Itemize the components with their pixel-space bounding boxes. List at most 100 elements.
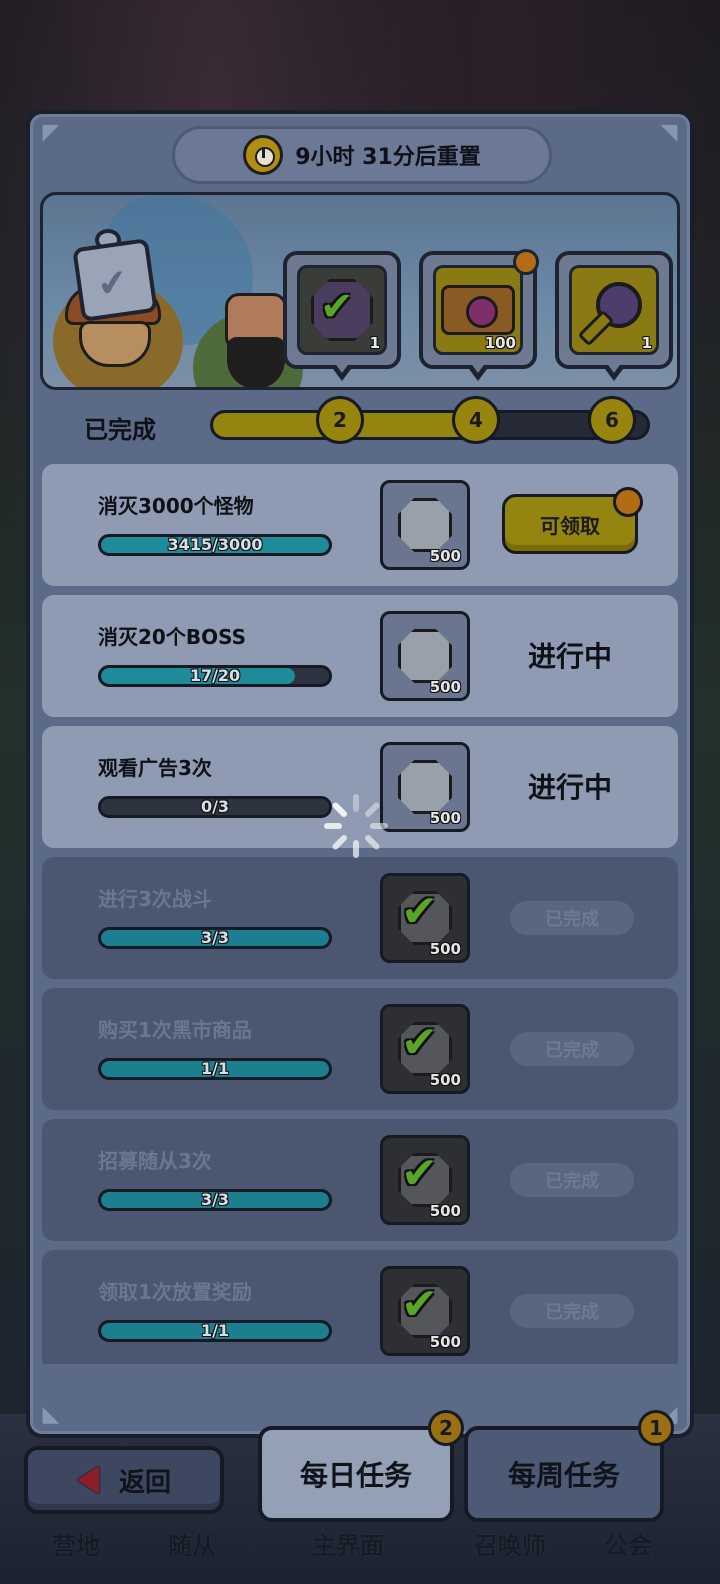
task-progress-text: 1/1 [200, 1321, 230, 1340]
task-progress-text: 17/20 [189, 666, 241, 685]
reward-amount: 500 [429, 547, 461, 565]
tab-weekly-label: 每周任务 [507, 1459, 620, 1492]
daily-task-panel: ◤ ◥ ◣ ◢ 9小时 31分后重置 ✔ 1 100 1 ✔ 已完成 2 4 6… [26, 110, 694, 1438]
milestone-marker: 2 [316, 396, 364, 444]
task-progress-bar: 3/3 [98, 1189, 332, 1211]
task-completed-badge: 已完成 [510, 901, 634, 935]
tab-weekly-tasks[interactable]: 每周任务 1 [464, 1410, 674, 1522]
task-title: 领取1次放置奖励 [98, 1280, 252, 1304]
reward-amount: 500 [429, 809, 461, 827]
reward-qty: 1 [369, 334, 380, 352]
task-list[interactable]: 消灭3000个怪物 3415/3000 500 可领取 消灭20个BOSS 17… [42, 464, 678, 1364]
task-progress-bar: 3/3 [98, 927, 332, 949]
notification-dot [613, 487, 643, 517]
task-title: 观看广告3次 [98, 756, 212, 780]
tab-daily-tasks[interactable]: 每日任务 2 [258, 1410, 464, 1522]
claim-button[interactable]: 可领取 [502, 487, 643, 554]
task-reward[interactable]: ✔ 500 [380, 1135, 470, 1225]
task-progress-text: 3415/3000 [167, 535, 263, 554]
calendar-check-icon [72, 238, 158, 322]
nav-main[interactable]: 主界面 [312, 1526, 384, 1561]
milestone-progress: 已完成 2 4 6 [40, 392, 680, 462]
milestone-marker: 6 [588, 396, 636, 444]
milestone-progress-bar [210, 410, 650, 440]
claimed-check-icon: ✔ [401, 1148, 438, 1199]
task-title: 消灭20个BOSS [98, 625, 246, 649]
reward-pointer [602, 362, 626, 381]
tab-daily-label: 每日任务 [299, 1459, 412, 1492]
task-reward[interactable]: 500 [380, 480, 470, 570]
spinner-spoke [370, 823, 388, 829]
reward-qty: 100 [484, 334, 516, 352]
task-title: 购买1次黑市商品 [98, 1018, 252, 1042]
milestone-reward-1[interactable]: ✔ 1 [283, 251, 401, 381]
task-progress-text: 1/1 [200, 1059, 230, 1078]
nav-summoner[interactable]: 召唤师 [474, 1526, 546, 1561]
task-progress-text: 0/3 [200, 797, 230, 816]
task-title: 消灭3000个怪物 [98, 494, 254, 518]
reset-timer-text: 9小时 31分后重置 [295, 145, 481, 170]
task-row: 消灭3000个怪物 3415/3000 500 可领取 [42, 464, 678, 586]
gem-icon [398, 760, 452, 814]
nav-guild[interactable]: 公会 [604, 1526, 652, 1561]
task-title: 招募随从3次 [98, 1149, 212, 1173]
reward-amount: 500 [429, 940, 461, 958]
reward-banner: ✔ 1 100 1 [40, 192, 680, 390]
nav-followers[interactable]: 随从 [168, 1526, 216, 1561]
magnifier-key-icon [596, 282, 642, 328]
notification-dot [513, 249, 539, 275]
nav-camp[interactable]: 营地 [52, 1526, 100, 1561]
back-button[interactable]: 返回 [24, 1446, 224, 1514]
panel-corner-ornament: ◣ [42, 1402, 60, 1427]
task-progress-bar: 1/1 [98, 1320, 332, 1342]
reward-icon-frame: ✔ 1 [297, 265, 387, 355]
task-progress-bar: 3415/3000 [98, 534, 332, 556]
spinner-spoke [363, 801, 381, 819]
task-reward[interactable]: ✔ 500 [380, 1004, 470, 1094]
back-arrow-icon [76, 1466, 99, 1494]
reward-pointer [466, 362, 490, 381]
task-reward[interactable]: ✔ 500 [380, 873, 470, 963]
task-completed-badge: 已完成 [510, 1163, 634, 1197]
gem-icon [398, 498, 452, 552]
task-progress-text: 3/3 [200, 928, 230, 947]
panel-corner-ornament: ◤ [42, 120, 60, 145]
milestone-reward-3[interactable]: 1 [555, 251, 673, 381]
reward-amount: 500 [429, 1071, 461, 1089]
reward-amount: 500 [429, 678, 461, 696]
task-status: 进行中 [527, 640, 612, 673]
claimed-check-icon: ✔ [401, 886, 438, 937]
task-reward[interactable]: 500 [380, 742, 470, 832]
reward-pointer [330, 362, 354, 381]
ticket-icon [441, 285, 515, 335]
task-reward[interactable]: 500 [380, 611, 470, 701]
spinner-spoke [324, 823, 342, 829]
task-progress-bar: 1/1 [98, 1058, 332, 1080]
reward-icon-frame: 1 [569, 265, 659, 355]
spinner-spoke [353, 794, 359, 812]
task-completed-badge: 已完成 [510, 1294, 634, 1328]
milestone-reward-2[interactable]: 100 [419, 249, 539, 381]
clock-icon [243, 135, 284, 175]
claim-button-label: 可领取 [540, 513, 600, 538]
spinner-spoke [331, 833, 349, 851]
task-row: 消灭20个BOSS 17/20 500 进行中 [42, 595, 678, 717]
main-nav-labels: 营地 随从 主界面 召唤师 公会 [0, 1522, 720, 1570]
task-row: 购买1次黑市商品 1/1 ✔ 500 已完成 [42, 988, 678, 1110]
task-row: 领取1次放置奖励 1/1 ✔ 500 已完成 [42, 1250, 678, 1364]
spinner-spoke [363, 833, 381, 851]
milestone-marker: 4 [452, 396, 500, 444]
reset-timer: 9小时 31分后重置 [172, 126, 552, 184]
loading-spinner-icon [322, 792, 390, 860]
claimed-check-icon: ✔ [401, 1279, 438, 1330]
completed-label: 已完成 [84, 416, 156, 444]
task-status: 进行中 [527, 771, 612, 804]
task-row: 进行3次战斗 3/3 ✔ 500 已完成 [42, 857, 678, 979]
claimed-check-icon: ✔ [320, 284, 354, 330]
task-title: 进行3次战斗 [98, 887, 212, 911]
tab-weekly-badge: 1 [638, 1410, 674, 1446]
reward-qty: 1 [641, 334, 652, 352]
task-progress-bar: 17/20 [98, 665, 332, 687]
task-completed-badge: 已完成 [510, 1032, 634, 1066]
task-reward[interactable]: ✔ 500 [380, 1266, 470, 1356]
